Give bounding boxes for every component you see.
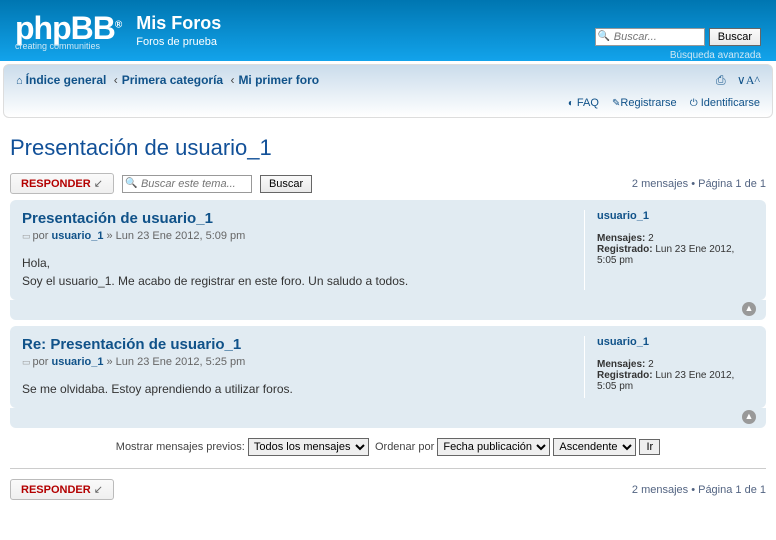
select-sort-dir[interactable]: Ascendente — [553, 438, 636, 456]
post-profile: usuario_1 Mensajes: 2 Registrado: Lun 23… — [584, 210, 754, 290]
search-input[interactable] — [595, 28, 705, 46]
post-content: Hola,Soy el usuario_1. Me acabo de regis… — [22, 254, 574, 290]
post-icon[interactable]: ▭ — [22, 357, 31, 367]
search-button[interactable]: Buscar — [709, 28, 761, 46]
pagination-bottom: 2 mensajes • Página 1 de 1 — [632, 484, 766, 496]
site-title[interactable]: Mis Foros — [136, 13, 221, 34]
navbar: ⎙ ∨A^ ⌂Índice general ‹Primera categoría… — [3, 64, 773, 118]
back-to-top-row: ▲ — [10, 300, 766, 320]
action-bar-bottom: RESPONDER ↙ 2 mensajes • Página 1 de 1 — [10, 479, 766, 500]
logo[interactable]: phpBB® creating communities — [15, 10, 121, 51]
topic-title[interactable]: Presentación de usuario_1 — [10, 135, 766, 161]
post-title[interactable]: Presentación de usuario_1 — [22, 210, 574, 227]
post-meta: ▭por usuario_1 » Lun 23 Ene 2012, 5:25 p… — [22, 356, 574, 368]
breadcrumb-forum[interactable]: Mi primer foro — [238, 73, 319, 87]
go-button[interactable]: Ir — [639, 439, 660, 455]
reply-button[interactable]: RESPONDER ↙ — [10, 173, 114, 194]
post: Re: Presentación de usuario_1 ▭por usuar… — [10, 326, 766, 408]
post-content: Se me olvidaba. Estoy aprendiendo a util… — [22, 380, 574, 398]
post-meta: ▭por usuario_1 » Lun 23 Ene 2012, 5:09 p… — [22, 230, 574, 242]
profile-username[interactable]: usuario_1 — [597, 210, 754, 222]
display-options: Mostrar mensajes previos: Todos los mens… — [10, 438, 766, 469]
profile-username[interactable]: usuario_1 — [597, 336, 754, 348]
advanced-search-link[interactable]: Búsqueda avanzada — [670, 50, 761, 61]
header: phpBB® creating communities Mis Foros Fo… — [0, 0, 776, 61]
faq-link[interactable]: ◐ FAQ — [568, 97, 599, 109]
home-icon: ⌂ — [16, 75, 23, 87]
post-icon[interactable]: ▭ — [22, 231, 31, 241]
search-icon: 🔍 — [598, 31, 610, 42]
back-to-top-icon[interactable]: ▲ — [742, 302, 756, 316]
site-desc: Foros de prueba — [136, 36, 221, 48]
breadcrumb: ⌂Índice general ‹Primera categoría ‹Mi p… — [16, 73, 319, 87]
post: Presentación de usuario_1 ▭por usuario_1… — [10, 200, 766, 300]
nav-tools: ⎙ ∨A^ — [708, 73, 760, 88]
breadcrumb-home[interactable]: Índice general — [26, 73, 107, 87]
font-size-icon[interactable]: ∨A^ — [737, 73, 760, 87]
select-range[interactable]: Todos los mensajes — [248, 438, 369, 456]
topic-search-button[interactable]: Buscar — [260, 175, 312, 193]
breadcrumb-category[interactable]: Primera categoría — [122, 73, 223, 87]
post-author-link[interactable]: usuario_1 — [51, 356, 103, 368]
header-search: 🔍 Buscar — [595, 28, 761, 46]
post-author-link[interactable]: usuario_1 — [51, 230, 103, 242]
reply-button-bottom[interactable]: RESPONDER ↙ — [10, 479, 114, 500]
post-title[interactable]: Re: Presentación de usuario_1 — [22, 336, 574, 353]
back-to-top-icon[interactable]: ▲ — [742, 410, 756, 424]
select-sort-key[interactable]: Fecha publicación — [437, 438, 550, 456]
post-profile: usuario_1 Mensajes: 2 Registrado: Lun 23… — [584, 336, 754, 398]
register-link[interactable]: ✎Registrarse — [612, 97, 677, 109]
topic-search-input[interactable] — [122, 175, 252, 193]
pagination-top: 2 mensajes • Página 1 de 1 — [632, 178, 766, 190]
action-bar-top: RESPONDER ↙ 🔍 Buscar 2 mensajes • Página… — [10, 173, 766, 194]
print-icon[interactable]: ⎙ — [716, 73, 726, 87]
user-links: ◐ FAQ ✎Registrarse ⏻ Identificarse — [16, 97, 760, 109]
login-link[interactable]: ⏻ Identificarse — [690, 97, 760, 109]
search-icon: 🔍 — [125, 178, 137, 189]
back-to-top-row: ▲ — [10, 408, 766, 428]
